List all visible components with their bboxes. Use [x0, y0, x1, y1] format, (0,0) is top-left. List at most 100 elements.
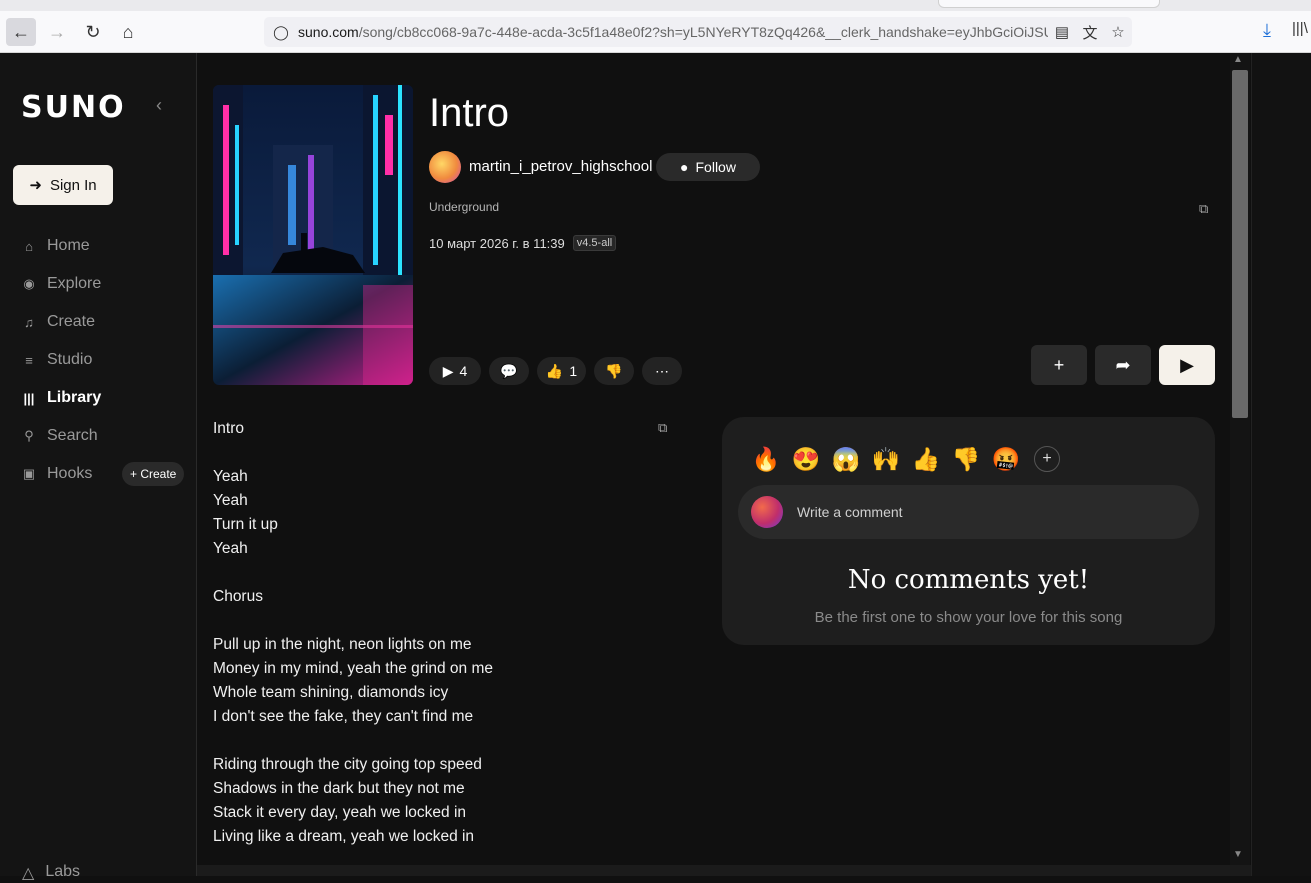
bookmark-star-icon[interactable]: ☆	[1104, 23, 1132, 41]
song-title: Intro	[429, 91, 510, 135]
sidebar-item-search[interactable]: ⚲ Search	[22, 424, 98, 448]
genre-tag[interactable]: Underground	[429, 200, 499, 214]
search-icon: ⚲	[24, 428, 34, 443]
collapse-sidebar-icon[interactable]: ‹	[156, 95, 162, 116]
lyric-line: Money in my mind, yeah the grind on me	[213, 660, 493, 677]
sidebar-item-label: Search	[47, 427, 98, 444]
lyric-line: Chorus	[213, 588, 263, 605]
thumbs-up-icon: 👍	[545, 362, 564, 379]
sidebar-item-label: Hooks	[47, 465, 93, 482]
artist-name[interactable]: martin_i_petrov_highschool	[469, 158, 652, 175]
share-button[interactable]: ➦	[1095, 345, 1151, 385]
more-options-button[interactable]: ⋯	[642, 357, 682, 385]
angry-reaction[interactable]: 🤬	[990, 443, 1022, 475]
add-to-playlist-button[interactable]: +	[1031, 345, 1087, 385]
library-browser-icon[interactable]: |||\	[1292, 20, 1308, 37]
lyric-line: Stack it every day, yeah we locked in	[213, 804, 467, 821]
play-button[interactable]: ▶	[1159, 345, 1215, 385]
reload-icon[interactable]: ↻	[78, 18, 108, 46]
like-button[interactable]: 👍 1	[537, 357, 586, 385]
home-icon: ⌂	[25, 238, 33, 254]
sidebar-item-labs[interactable]: △ Labs	[22, 863, 80, 883]
comments-panel: 🔥 😍 😱 🙌 👍 👎 🤬 + Write a comment No comme…	[722, 417, 1215, 645]
comment-button[interactable]: 💬	[489, 357, 529, 385]
flask-icon: △	[22, 865, 35, 882]
copy-style-icon[interactable]: ⧉	[1199, 201, 1208, 217]
sidebar-item-create[interactable]: ♫ Create	[22, 310, 95, 334]
reaction-bar: 🔥 😍 😱 🙌 👍 👎 🤬 +	[750, 443, 1060, 475]
address-bar[interactable]: ◯ suno.com/song/cb8cc068-9a7c-448e-acda-…	[264, 17, 1132, 47]
follow-label: Follow	[695, 159, 736, 175]
music-note-icon: ♫	[24, 314, 34, 330]
lyric-line: Riding through the city going top speed	[213, 756, 482, 773]
comment-icon: 💬	[500, 362, 518, 379]
lyric-line: Shadows in the dark but they not me	[213, 780, 465, 797]
like-count: 1	[569, 363, 578, 379]
library-icon: |||	[23, 390, 35, 406]
hooks-create-button[interactable]: + Create	[122, 462, 185, 486]
sign-in-button[interactable]: ➜ Sign In	[13, 165, 113, 205]
play-count-button[interactable]: ▶ 4	[429, 357, 481, 385]
translate-icon[interactable]: 文	[1076, 22, 1104, 43]
thumbs-up-reaction[interactable]: 👍	[910, 443, 942, 475]
url-text[interactable]: suno.com/song/cb8cc068-9a7c-448e-acda-3c…	[298, 24, 1048, 40]
raised-hands-reaction[interactable]: 🙌	[870, 443, 902, 475]
user-plus-icon: ●	[680, 159, 689, 175]
share-icon: ➦	[1115, 354, 1131, 375]
lyrics: Intro Yeah Yeah Turn it up Yeah Chorus P…	[213, 417, 683, 849]
lyric-line: Yeah	[213, 468, 248, 485]
suno-logo[interactable]: SUNO	[21, 90, 126, 125]
forward-arrow-icon[interactable]: →	[42, 18, 72, 46]
lyric-line	[213, 729, 683, 753]
heart-eyes-reaction[interactable]: 😍	[790, 443, 822, 475]
scrollbar-thumb[interactable]	[1232, 70, 1248, 418]
lyric-line: Turn it up	[213, 516, 278, 533]
artist-avatar[interactable]	[429, 151, 461, 183]
shield-icon[interactable]: ◯	[264, 24, 298, 41]
sidebar-item-home[interactable]: ⌂ Home	[22, 234, 90, 258]
lyric-line: I don't see the fake, they can't find me	[213, 708, 474, 725]
play-count: 4	[459, 363, 468, 379]
download-icon[interactable]: ⤓	[1256, 20, 1278, 42]
sidebar-item-hooks[interactable]: ▣ Hooks	[22, 462, 93, 486]
dislike-button[interactable]: 👎	[594, 357, 634, 385]
sidebar-item-studio[interactable]: ≡ Studio	[22, 348, 92, 372]
scroll-down-icon[interactable]: ▼	[1233, 849, 1243, 860]
thumbs-down-icon: 👎	[605, 362, 623, 379]
comment-input[interactable]: Write a comment	[738, 485, 1199, 539]
plus-icon: +	[1053, 354, 1065, 375]
scream-reaction[interactable]: 😱	[830, 443, 862, 475]
sidebar-item-label: Explore	[47, 275, 102, 292]
play-icon: ▶	[1180, 354, 1194, 375]
lyric-line	[213, 441, 683, 465]
sidebar-item-library[interactable]: ||| Library	[22, 386, 102, 410]
horizontal-scrollbar[interactable]	[197, 865, 1251, 876]
lyric-line: Yeah	[213, 492, 248, 509]
date-text: 10 март 2026 г. в 11:39	[429, 235, 565, 251]
scroll-up-icon[interactable]: ▲	[1233, 54, 1243, 65]
sign-in-icon: ➜	[29, 177, 42, 194]
thumbs-down-reaction[interactable]: 👎	[950, 443, 982, 475]
hooks-icon: ▣	[22, 466, 36, 481]
compass-icon: ◉	[23, 276, 35, 291]
lyric-line: Pull up in the night, neon lights on me	[213, 636, 472, 653]
version-badge: v4.5-all	[572, 235, 617, 251]
sign-in-label: Sign In	[49, 176, 97, 194]
more-icon: ⋯	[655, 362, 669, 379]
follow-button[interactable]: ● Follow	[656, 153, 760, 181]
user-avatar	[751, 496, 783, 528]
sidebar-item-label: Home	[47, 237, 90, 254]
song-cover-art[interactable]	[213, 85, 413, 385]
reader-view-icon[interactable]: ▤	[1048, 23, 1076, 41]
lyric-line	[213, 609, 683, 633]
browser-toolbar: ← → ↻ ⌂ ◯ suno.com/song/cb8cc068-9a7c-44…	[0, 0, 1311, 53]
empty-comments-title: No comments yet!	[847, 565, 1090, 595]
add-reaction-button[interactable]: +	[1034, 446, 1060, 472]
back-arrow-icon[interactable]: ←	[6, 18, 36, 46]
sidebar-item-label: Studio	[47, 351, 93, 368]
browser-tab[interactable]	[938, 0, 1160, 8]
sidebar-item-explore[interactable]: ◉ Explore	[22, 272, 101, 296]
sidebar-item-label: Library	[47, 389, 102, 406]
fire-reaction[interactable]: 🔥	[750, 443, 782, 475]
home-browser-icon[interactable]: ⌂	[113, 18, 143, 46]
